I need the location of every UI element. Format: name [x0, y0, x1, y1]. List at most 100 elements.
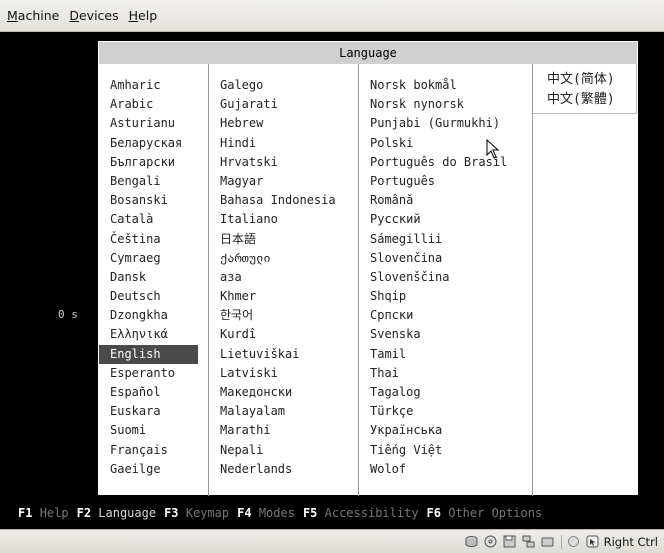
- language-option[interactable]: Hrvatski: [209, 153, 358, 172]
- language-option[interactable]: Cymraeg: [99, 249, 208, 268]
- language-option[interactable]: Suomi: [99, 421, 208, 440]
- fkey-other-options-key: F6: [426, 506, 441, 520]
- language-option[interactable]: 中文(简体): [533, 70, 636, 90]
- function-key-bar: F1 Help F2 Language F3 Keymap F4 Modes F…: [0, 502, 664, 524]
- language-option[interactable]: Português do Brasil: [359, 153, 532, 172]
- language-option[interactable]: Dzongkha: [99, 306, 208, 325]
- language-option[interactable]: Ελληνικά: [99, 325, 208, 344]
- fkey-help-label: Help: [39, 506, 69, 520]
- language-option[interactable]: 中文(繁體): [533, 90, 636, 110]
- language-option[interactable]: Română: [359, 191, 532, 210]
- language-option[interactable]: Tagalog: [359, 383, 532, 402]
- language-option[interactable]: Русский: [359, 210, 532, 229]
- hard-disk-icon[interactable]: [465, 535, 479, 549]
- language-option[interactable]: 日本語: [209, 230, 358, 249]
- fkey-accessibility[interactable]: F5 Accessibility: [303, 506, 419, 520]
- language-option[interactable]: Asturianu: [99, 114, 208, 133]
- language-option[interactable]: Bosanski: [99, 191, 208, 210]
- capture-icon[interactable]: [586, 535, 600, 549]
- language-option[interactable]: Magyar: [209, 172, 358, 191]
- language-option[interactable]: Hindi: [209, 134, 358, 153]
- menu-devices-mnemonic: D: [69, 8, 79, 23]
- fkey-language-key: F2: [76, 506, 92, 520]
- fkey-other-options[interactable]: F6 Other Options: [427, 506, 543, 520]
- floppy-icon[interactable]: [503, 535, 517, 549]
- menu-machine-mnemonic: M: [7, 8, 18, 23]
- language-option[interactable]: Hebrew: [209, 114, 358, 133]
- language-option[interactable]: Khmer: [209, 287, 358, 306]
- language-option[interactable]: Polski: [359, 134, 532, 153]
- language-option[interactable]: Deutsch: [99, 287, 208, 306]
- language-option[interactable]: Galego: [209, 76, 358, 95]
- language-option[interactable]: Македонски: [209, 383, 358, 402]
- menu-devices-label: evices: [78, 8, 119, 23]
- language-option[interactable]: English: [99, 344, 198, 364]
- language-option[interactable]: аза: [209, 268, 358, 287]
- language-option[interactable]: Slovenščina: [359, 268, 532, 287]
- language-option[interactable]: Français: [99, 441, 208, 460]
- language-dialog: Language Amharic Arabic Asturianu Беларуска…: [98, 41, 639, 496]
- language-column-1: Amharic Arabic Asturianu Беларуская Българск…: [99, 64, 209, 496]
- language-option[interactable]: Euskara: [99, 402, 208, 421]
- language-option[interactable]: Türkçe: [359, 402, 532, 421]
- fkey-accessibility-key: F5: [302, 506, 318, 520]
- language-option[interactable]: Shqip: [359, 287, 532, 306]
- language-option[interactable]: Italiano: [209, 210, 358, 229]
- mouse-integration-icon[interactable]: [567, 535, 581, 549]
- fkey-language[interactable]: F2 Language: [77, 506, 156, 520]
- language-option[interactable]: Tamil: [359, 345, 532, 364]
- language-column-3: Norsk bokmål Norsk nynorsk Punjabi (Gurmuk…: [359, 64, 533, 496]
- menu-help[interactable]: Help: [125, 8, 162, 23]
- language-option[interactable]: Tiếng Việt: [359, 441, 532, 460]
- fkey-keymap-label: Keymap: [185, 506, 230, 520]
- cd-rom-icon[interactable]: [484, 535, 498, 549]
- language-option[interactable]: Kurdî: [209, 325, 358, 344]
- language-option[interactable]: Bengali: [99, 172, 208, 191]
- fkey-help[interactable]: F1 Help: [18, 506, 69, 520]
- language-option[interactable]: Latviski: [209, 364, 358, 383]
- fkey-keymap[interactable]: F3 Keymap: [164, 506, 229, 520]
- language-option[interactable]: Български: [99, 153, 208, 172]
- language-option[interactable]: Norsk nynorsk: [359, 95, 532, 114]
- language-column-2: Galego Gujarati Hebrew Hindi Hrvatski Magyar B…: [209, 64, 359, 496]
- language-option[interactable]: Lietuviškai: [209, 345, 358, 364]
- language-option[interactable]: Wolof: [359, 460, 532, 479]
- language-option[interactable]: Español: [99, 383, 208, 402]
- language-option[interactable]: Português: [359, 172, 532, 191]
- vm-screen[interactable]: Language Amharic Arabic Asturianu Беларуска…: [0, 32, 664, 529]
- language-option[interactable]: Dansk: [99, 268, 208, 287]
- language-option[interactable]: Српски: [359, 306, 532, 325]
- menu-machine[interactable]: Machine: [3, 8, 63, 23]
- language-option[interactable]: Українська: [359, 421, 532, 440]
- network-icon[interactable]: [522, 535, 536, 549]
- language-option[interactable]: Sámegillii: [359, 230, 532, 249]
- language-option[interactable]: Gujarati: [209, 95, 358, 114]
- language-option[interactable]: Gaeilge: [99, 460, 208, 479]
- language-option[interactable]: Slovenčina: [359, 249, 532, 268]
- language-option[interactable]: Punjabi (Gurmukhi): [359, 114, 532, 133]
- language-option[interactable]: Arabic: [99, 95, 208, 114]
- language-option[interactable]: Nepali: [209, 441, 358, 460]
- fkey-other-options-label: Other Options: [448, 506, 543, 520]
- language-option[interactable]: Malayalam: [209, 402, 358, 421]
- fkey-modes[interactable]: F4 Modes: [237, 506, 295, 520]
- language-column-4: 中文(简体) 中文(繁體): [533, 64, 639, 496]
- language-option[interactable]: Svenska: [359, 325, 532, 344]
- language-option[interactable]: Esperanto: [99, 364, 208, 383]
- mouse-pointer-icon: [486, 139, 500, 159]
- language-option[interactable]: Nederlands: [209, 460, 358, 479]
- language-option[interactable]: Marathi: [209, 421, 358, 440]
- language-option[interactable]: 한국어: [209, 306, 358, 325]
- language-option[interactable]: Amharic: [99, 76, 208, 95]
- usb-icon[interactable]: [541, 535, 555, 549]
- menu-devices[interactable]: Devices: [65, 8, 122, 23]
- language-option[interactable]: Català: [99, 210, 208, 229]
- language-option[interactable]: Thai: [359, 364, 532, 383]
- language-option[interactable]: Bahasa Indonesia: [209, 191, 358, 210]
- language-option[interactable]: Norsk bokmål: [359, 76, 532, 95]
- language-option[interactable]: Беларуская: [99, 134, 208, 153]
- host-menubar: Machine Devices Help: [0, 0, 664, 32]
- fkey-help-key: F1: [18, 506, 33, 520]
- language-option[interactable]: Čeština: [99, 230, 208, 249]
- language-option[interactable]: ქართული: [209, 249, 358, 268]
